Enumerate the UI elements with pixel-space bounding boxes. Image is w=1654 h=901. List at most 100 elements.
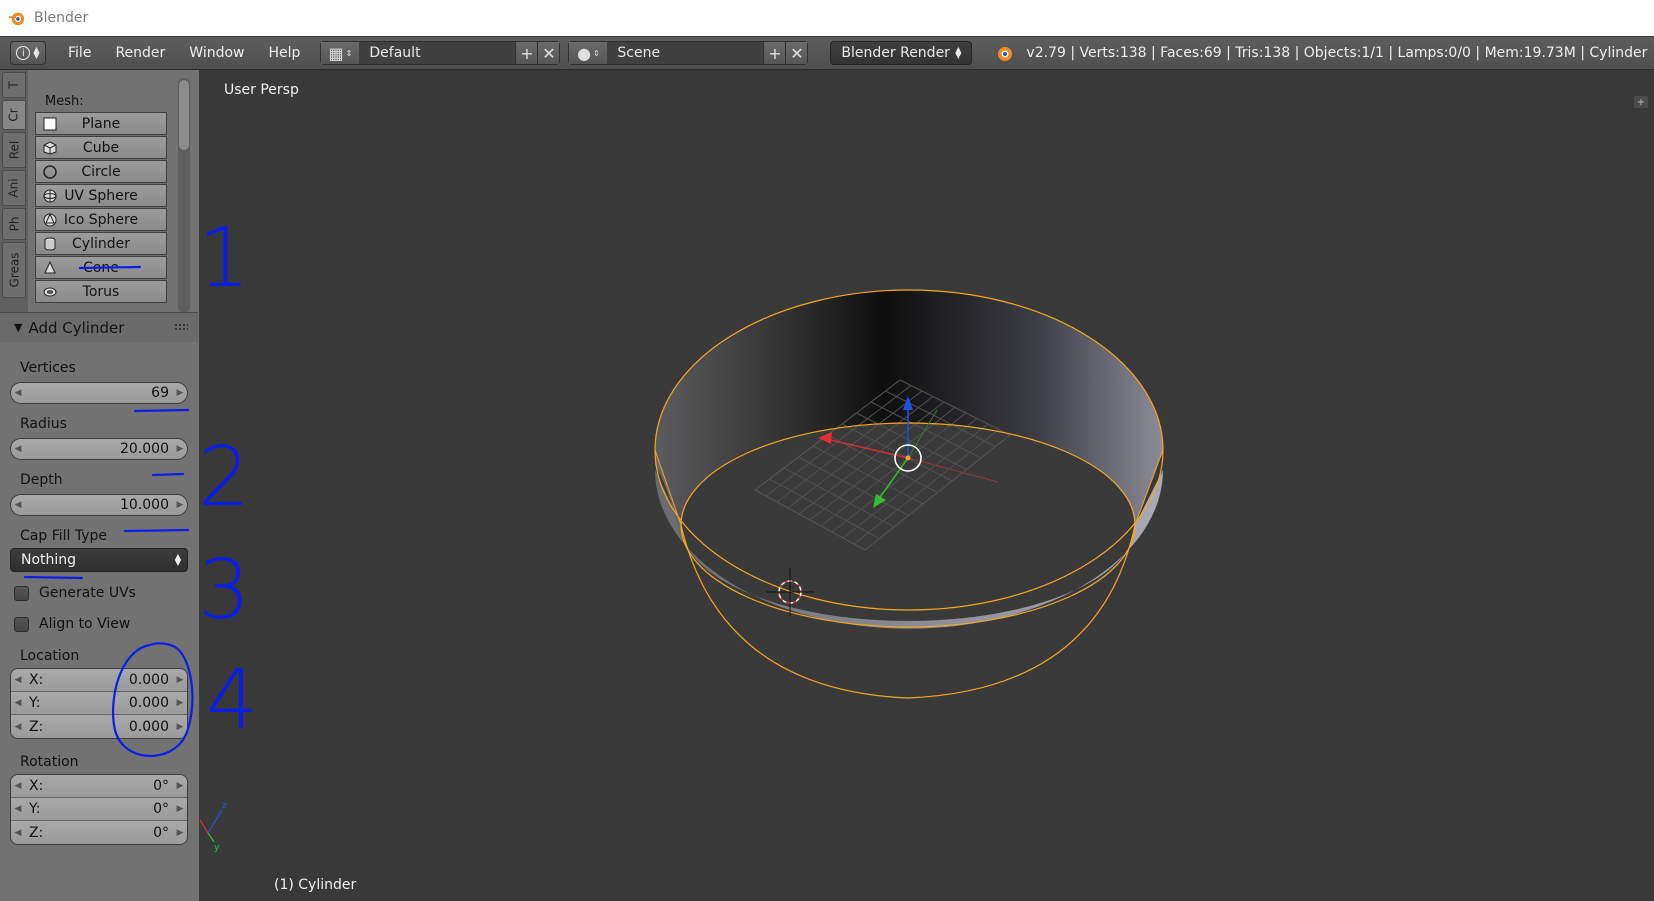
tab-animation[interactable]: Ani xyxy=(2,170,26,206)
cap-fill-select[interactable]: Nothing ▲ ▼ xyxy=(10,548,188,572)
3d-viewport[interactable]: User Persp + z y (1) Cylinder xyxy=(200,70,1654,901)
add-cone-button[interactable]: Cone xyxy=(35,256,167,279)
window-title: Blender xyxy=(34,10,89,26)
rotation-z-field[interactable]: ◀ Z: 0° ▶ xyxy=(11,821,187,844)
tool-shelf-tabs: T Cr Rel Ani Ph Greas xyxy=(0,70,28,320)
view-axes-gizmo-icon: z y xyxy=(200,801,227,853)
scene-name-field[interactable]: Scene xyxy=(607,42,764,64)
editor-type-button[interactable]: i ▲ ▼ xyxy=(10,41,46,65)
x-axis-arrow-icon xyxy=(818,432,832,444)
add-scene-icon[interactable]: + xyxy=(763,42,786,64)
updown-arrows-icon: ▲ ▼ xyxy=(33,45,40,60)
tab-tools[interactable]: T xyxy=(2,72,26,98)
uv-sphere-icon xyxy=(42,188,58,204)
svg-text:z: z xyxy=(222,801,227,811)
plane-icon xyxy=(42,116,58,132)
scene-icon[interactable]: ● ⇕ xyxy=(569,42,608,64)
add-uv-sphere-button[interactable]: UV Sphere xyxy=(35,184,167,207)
object-origin xyxy=(905,455,911,461)
location-z-field[interactable]: ◀ Z: 0.000 ▶ xyxy=(11,715,187,738)
tab-grease-pencil[interactable]: Greas xyxy=(2,242,26,298)
cube-icon xyxy=(42,140,58,156)
depth-field[interactable]: ◀ 10.000 ▶ xyxy=(10,494,188,516)
cone-icon xyxy=(42,260,58,276)
drag-handle-icon[interactable] xyxy=(174,323,188,331)
scrollbar-thumb[interactable] xyxy=(179,80,189,150)
layout-grid-icon[interactable]: ▦ ⇕ xyxy=(321,42,360,64)
grid-line xyxy=(842,423,989,539)
rotation-y-field[interactable]: ◀ Y: 0° ▶ xyxy=(11,798,187,821)
screen-layout-selector[interactable]: ▦ ⇕ Default + ✕ xyxy=(320,41,561,65)
grid-line xyxy=(831,418,978,533)
render-engine-select[interactable]: Blender Render ▲ ▼ xyxy=(830,41,973,65)
add-torus-button[interactable]: Torus xyxy=(35,280,167,303)
tool-shelf: T Cr Rel Ani Ph Greas Mesh: Plane Cube C… xyxy=(0,70,200,901)
updown-arrows-icon: ▲ ▼ xyxy=(174,552,181,567)
add-cylinder-button[interactable]: Cylinder xyxy=(35,232,167,255)
title-bar: Blender xyxy=(0,0,1654,36)
tab-physics[interactable]: Ph xyxy=(2,208,26,240)
add-ico-sphere-button[interactable]: Ico Sphere xyxy=(35,208,167,231)
scene-selector[interactable]: ● ⇕ Scene + ✕ xyxy=(568,41,809,65)
cap-fill-label: Cap Fill Type xyxy=(20,528,108,544)
menu-window[interactable]: Window xyxy=(177,45,256,61)
delete-scene-icon[interactable]: ✕ xyxy=(785,42,808,64)
decrement-arrow-icon[interactable]: ◀ xyxy=(11,388,25,398)
cylinder-outer-wall xyxy=(655,470,1163,629)
blender-logo-icon xyxy=(8,12,25,26)
tab-create[interactable]: Cr xyxy=(2,100,26,130)
radius-field[interactable]: ◀ 20.000 ▶ xyxy=(10,438,188,460)
info-header: i ▲ ▼ File Render Window Help ▦ ⇕ Default … xyxy=(0,36,1654,70)
rotation-fields: ◀ X: 0° ▶ ◀ Y: 0° ▶ ◀ Z: 0° ▶ xyxy=(10,774,188,845)
add-cylinder-panel-header[interactable]: ▼ Add Cylinder xyxy=(0,312,198,342)
location-x-field[interactable]: ◀ X: 0.000 ▶ xyxy=(11,669,187,692)
layout-name-field[interactable]: Default xyxy=(359,42,516,64)
scene-stats: v2.79 | Verts:138 | Faces:69 | Tris:138 … xyxy=(1026,45,1648,61)
cylinder-bottom-rim xyxy=(680,524,1136,699)
radius-label: Radius xyxy=(20,416,67,432)
3d-cursor-icon xyxy=(766,568,814,616)
location-fields: ◀ X: 0.000 ▶ ◀ Y: 0.000 ▶ ◀ Z: 0.000 ▶ xyxy=(10,668,188,739)
vertices-field[interactable]: ◀ 69 ▶ xyxy=(10,382,188,404)
menu-file[interactable]: File xyxy=(56,45,103,61)
mesh-section-label: Mesh: xyxy=(45,94,84,109)
decrement-arrow-icon[interactable]: ◀ xyxy=(11,500,25,510)
rotation-x-field[interactable]: ◀ X: 0° ▶ xyxy=(11,775,187,798)
render-engine-label: Blender Render xyxy=(841,45,950,61)
operator-title: Add Cylinder xyxy=(28,318,125,337)
menu-render[interactable]: Render xyxy=(103,45,177,61)
vertices-label: Vertices xyxy=(20,360,76,376)
generate-uvs-toggle[interactable]: Generate UVs xyxy=(14,585,136,601)
increment-arrow-icon[interactable]: ▶ xyxy=(173,500,187,510)
generate-uvs-checkbox[interactable] xyxy=(14,585,29,601)
align-to-view-checkbox[interactable] xyxy=(14,616,29,632)
circle-icon xyxy=(42,164,58,180)
grid-line xyxy=(820,412,967,527)
cylinder-icon xyxy=(42,236,58,252)
active-object-label: (1) Cylinder xyxy=(274,877,357,893)
svg-text:y: y xyxy=(214,843,220,853)
grid-line xyxy=(853,429,1000,545)
add-circle-button[interactable]: Circle xyxy=(35,160,167,183)
menu-help[interactable]: Help xyxy=(256,45,312,61)
collapse-triangle-icon: ▼ xyxy=(14,321,23,334)
add-cube-button[interactable]: Cube xyxy=(35,136,167,159)
location-y-field[interactable]: ◀ Y: 0.000 ▶ xyxy=(11,692,187,715)
add-plane-button[interactable]: Plane xyxy=(35,112,167,135)
info-icon: i xyxy=(16,46,31,60)
increment-arrow-icon[interactable]: ▶ xyxy=(173,388,187,398)
tool-shelf-scrollbar[interactable] xyxy=(178,78,190,313)
tab-relations[interactable]: Rel xyxy=(2,132,26,168)
rotation-label: Rotation xyxy=(20,754,79,770)
torus-icon xyxy=(42,284,58,300)
align-to-view-toggle[interactable]: Align to View xyxy=(14,616,130,632)
ico-sphere-icon xyxy=(42,212,58,228)
delete-layout-icon[interactable]: ✕ xyxy=(537,42,560,64)
decrement-arrow-icon[interactable]: ◀ xyxy=(11,444,25,454)
add-layout-icon[interactable]: + xyxy=(515,42,538,64)
depth-label: Depth xyxy=(20,472,63,488)
increment-arrow-icon[interactable]: ▶ xyxy=(173,444,187,454)
blender-logo-icon xyxy=(998,47,1013,61)
updown-arrows-icon: ▲ ▼ xyxy=(955,45,962,60)
location-label: Location xyxy=(20,648,80,664)
